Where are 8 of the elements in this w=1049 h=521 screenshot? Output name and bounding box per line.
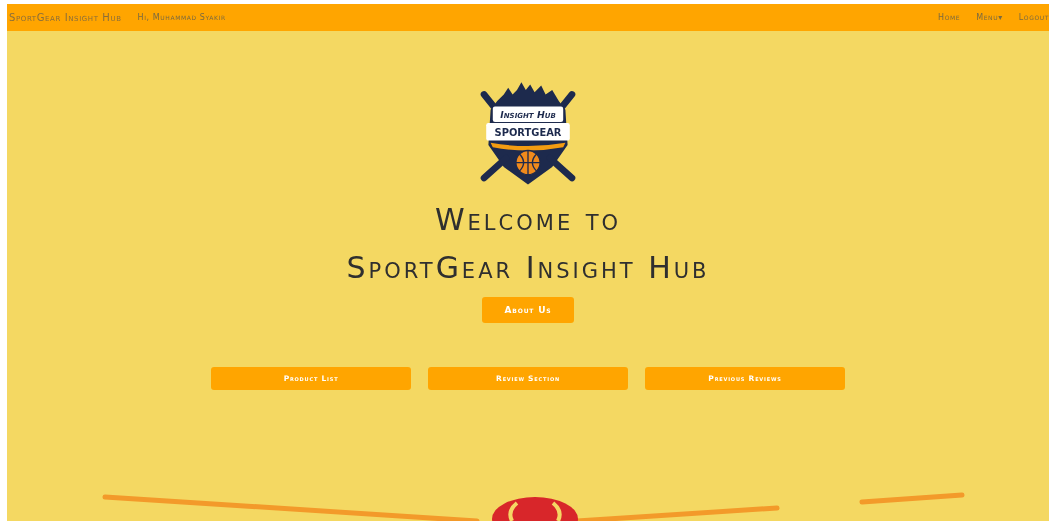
nav-link[interactable]: Home [938,13,961,22]
nav-link[interactable]: Menu▾ [976,13,1003,22]
about-button[interactable]: About Us [482,297,574,323]
brand-link[interactable]: SportGear Insight Hub [9,12,122,23]
greeting-text: Hi, Muhammad Syakir [137,13,226,22]
site-title: SportGear Insight Hub [346,251,710,285]
nav-link[interactable]: Logout [1018,13,1049,22]
welcome-title: Welcome to [434,203,622,237]
